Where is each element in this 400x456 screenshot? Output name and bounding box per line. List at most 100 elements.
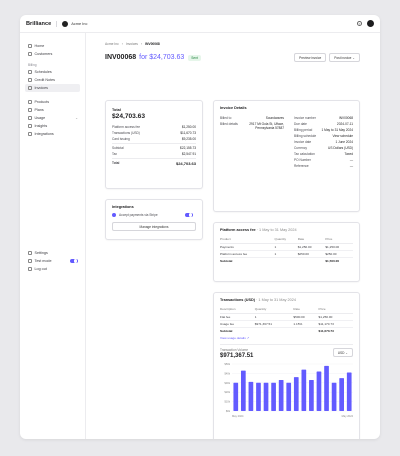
avatar[interactable] <box>367 20 374 27</box>
chart-bar[interactable] <box>240 370 246 411</box>
main-content: Acme Inc › Invoices › INV00068 INV00068 fo… <box>86 33 380 439</box>
preview-invoice-button[interactable]: Preview invoice <box>294 53 327 62</box>
platform-fee-table: Product Quantity Rate Price Payments 1 $1… <box>220 236 353 264</box>
sidebar-item-settings[interactable]: Settings <box>25 249 81 257</box>
details-column: Invoice number INV00068 Due date 2024-07-1… <box>294 115 353 169</box>
chart-bar[interactable] <box>286 382 292 411</box>
integrations-title: Integrations <box>112 205 134 209</box>
y-tick-label: $20k <box>224 390 230 394</box>
transactions-title: Transactions (USD) <box>220 298 256 302</box>
table-row: Usage fee $971,367.51 1.15% $11,170.73 <box>220 320 353 328</box>
detail-row: Reference — <box>294 164 353 168</box>
sidebar-item-label: Log out <box>34 267 47 271</box>
x-tick-label: May 2024 <box>232 414 244 418</box>
gear-icon <box>28 251 32 255</box>
meter-icon <box>28 116 32 120</box>
breadcrumb-invoices[interactable]: Invoices <box>126 42 138 46</box>
page-title: INV00068 <box>105 54 137 61</box>
chart-bar[interactable] <box>271 382 276 411</box>
grand-total-row: Total $24,703.63 <box>112 160 196 166</box>
logout-icon <box>28 267 32 271</box>
sidebar-item-log-out[interactable]: Log out <box>25 265 81 273</box>
app-window: Brilliance Acme Inc ? Home Customers Bil… <box>20 15 380 439</box>
sidebar-item-label: Schedules <box>34 70 52 74</box>
subtotal-row: Subtotal $1,500.00 <box>220 258 340 263</box>
view-schedule-link[interactable]: View schedule <box>333 134 354 138</box>
org-avatar-icon <box>62 20 69 27</box>
chart-bar[interactable] <box>263 382 269 411</box>
currency-select[interactable]: USD ⌄ <box>332 348 353 357</box>
sidebar-item-label: Insights <box>34 124 48 128</box>
sidebar-item-integrations[interactable]: Integrations <box>25 130 80 138</box>
help-icon[interactable]: ? <box>357 21 362 26</box>
plug-icon <box>28 132 32 136</box>
stripe-icon <box>112 213 116 217</box>
post-invoice-label: Post invoice <box>334 55 352 60</box>
sidebar-item-plans[interactable]: Plans <box>25 106 80 114</box>
breadcrumb-org[interactable]: Acme Inc <box>105 42 119 46</box>
page-title-row: INV00068 for $24,703.63 Sent Preview inv… <box>105 53 360 62</box>
y-tick-label: $10k <box>224 400 230 404</box>
stripe-row: Accept payments via Stripe <box>112 212 196 218</box>
platform-fee-title: Platform access fee <box>220 228 256 232</box>
sidebar-item-label: Home <box>34 44 45 48</box>
sidebar-item-invoices[interactable]: Invoices <box>25 84 80 92</box>
breadcrumb: Acme Inc › Invoices › INV00068 <box>105 42 160 46</box>
x-tick-label: May 2024 <box>342 414 354 418</box>
sidebar-item-label: Plans <box>34 108 44 112</box>
divider <box>56 20 58 27</box>
chart-bar[interactable] <box>339 378 345 411</box>
transactions-card: Transactions (USD) · 1 May to 31 May 202… <box>213 292 360 439</box>
stripe-toggle[interactable] <box>185 212 193 218</box>
sidebar-item-insights[interactable]: Insights <box>25 122 80 130</box>
chart-bar[interactable] <box>256 382 261 411</box>
integrations-card: Integrations Accept payments via Stripe … <box>105 199 203 240</box>
invoice-details-title: Invoice Details <box>220 106 247 110</box>
view-usage-link[interactable]: View usage details ↗ <box>220 336 353 340</box>
sidebar-item-usage[interactable]: Usage ⌄ <box>25 114 80 122</box>
test-mode-toggle[interactable] <box>70 258 78 264</box>
sidebar-item-label: Integrations <box>34 132 54 136</box>
sidebar-item-home[interactable]: Home <box>25 42 80 50</box>
subtotal-row: Subtotal $11,670.73 <box>220 328 334 333</box>
total-card: Total $24,703.63 Platform access fee $1,2… <box>105 100 203 189</box>
chart-bar[interactable] <box>346 372 352 411</box>
total-line: Card issuing $9,235.00 <box>112 137 196 141</box>
manage-integrations-button[interactable]: Manage integrations <box>112 222 196 231</box>
sidebar-item-products[interactable]: Products <box>25 98 80 106</box>
sidebar-item-credit-notes[interactable]: Credit Notes <box>25 76 80 84</box>
sidebar-item-schedules[interactable]: Schedules <box>25 68 80 76</box>
chart-bar[interactable] <box>316 371 322 411</box>
table-row: Payments 1 $1,250.00 $1,250.00 <box>220 243 353 251</box>
sidebar-item-label: Invoices <box>34 86 49 90</box>
volume-amount: $971,367.51 <box>220 353 254 359</box>
sidebar-item-customers[interactable]: Customers <box>25 50 80 58</box>
divider <box>112 158 196 159</box>
box-icon <box>28 100 32 104</box>
platform-fee-card: Platform access fee · 1 May to 31 May 20… <box>213 222 360 282</box>
chart-bar[interactable] <box>233 382 239 411</box>
chart-bar[interactable] <box>331 382 337 411</box>
sidebar-bottom: Settings Test mode Log out <box>20 249 86 273</box>
org-name: Acme Inc <box>71 21 88 26</box>
post-invoice-button[interactable]: Post invoice ⌄ <box>329 53 360 62</box>
users-icon <box>28 52 32 56</box>
chart-bar[interactable] <box>324 365 329 411</box>
page-title-amount: for $24,703.63 <box>139 54 185 61</box>
billed-column: Billed to Soundwaves Billed details 2917 … <box>220 115 284 169</box>
chart-bar[interactable] <box>293 377 299 411</box>
billed-to-link[interactable]: Soundwaves <box>266 116 284 120</box>
chart-bar[interactable] <box>248 381 254 411</box>
divider <box>220 344 353 345</box>
document-icon <box>28 78 32 82</box>
chart-bar[interactable] <box>309 379 314 411</box>
chart-bar[interactable] <box>278 379 284 411</box>
brand-logo[interactable]: Brilliance <box>26 21 51 27</box>
home-icon <box>28 44 32 48</box>
chart-bar[interactable] <box>301 369 307 411</box>
org-switcher[interactable]: Acme Inc <box>62 20 88 27</box>
total-amount: $24,703.63 <box>112 113 146 120</box>
y-tick-label: $50k <box>224 362 230 366</box>
sidebar: Home Customers Billing Schedules Credit … <box>20 33 86 439</box>
top-bar: Brilliance Acme Inc ? <box>20 15 380 33</box>
